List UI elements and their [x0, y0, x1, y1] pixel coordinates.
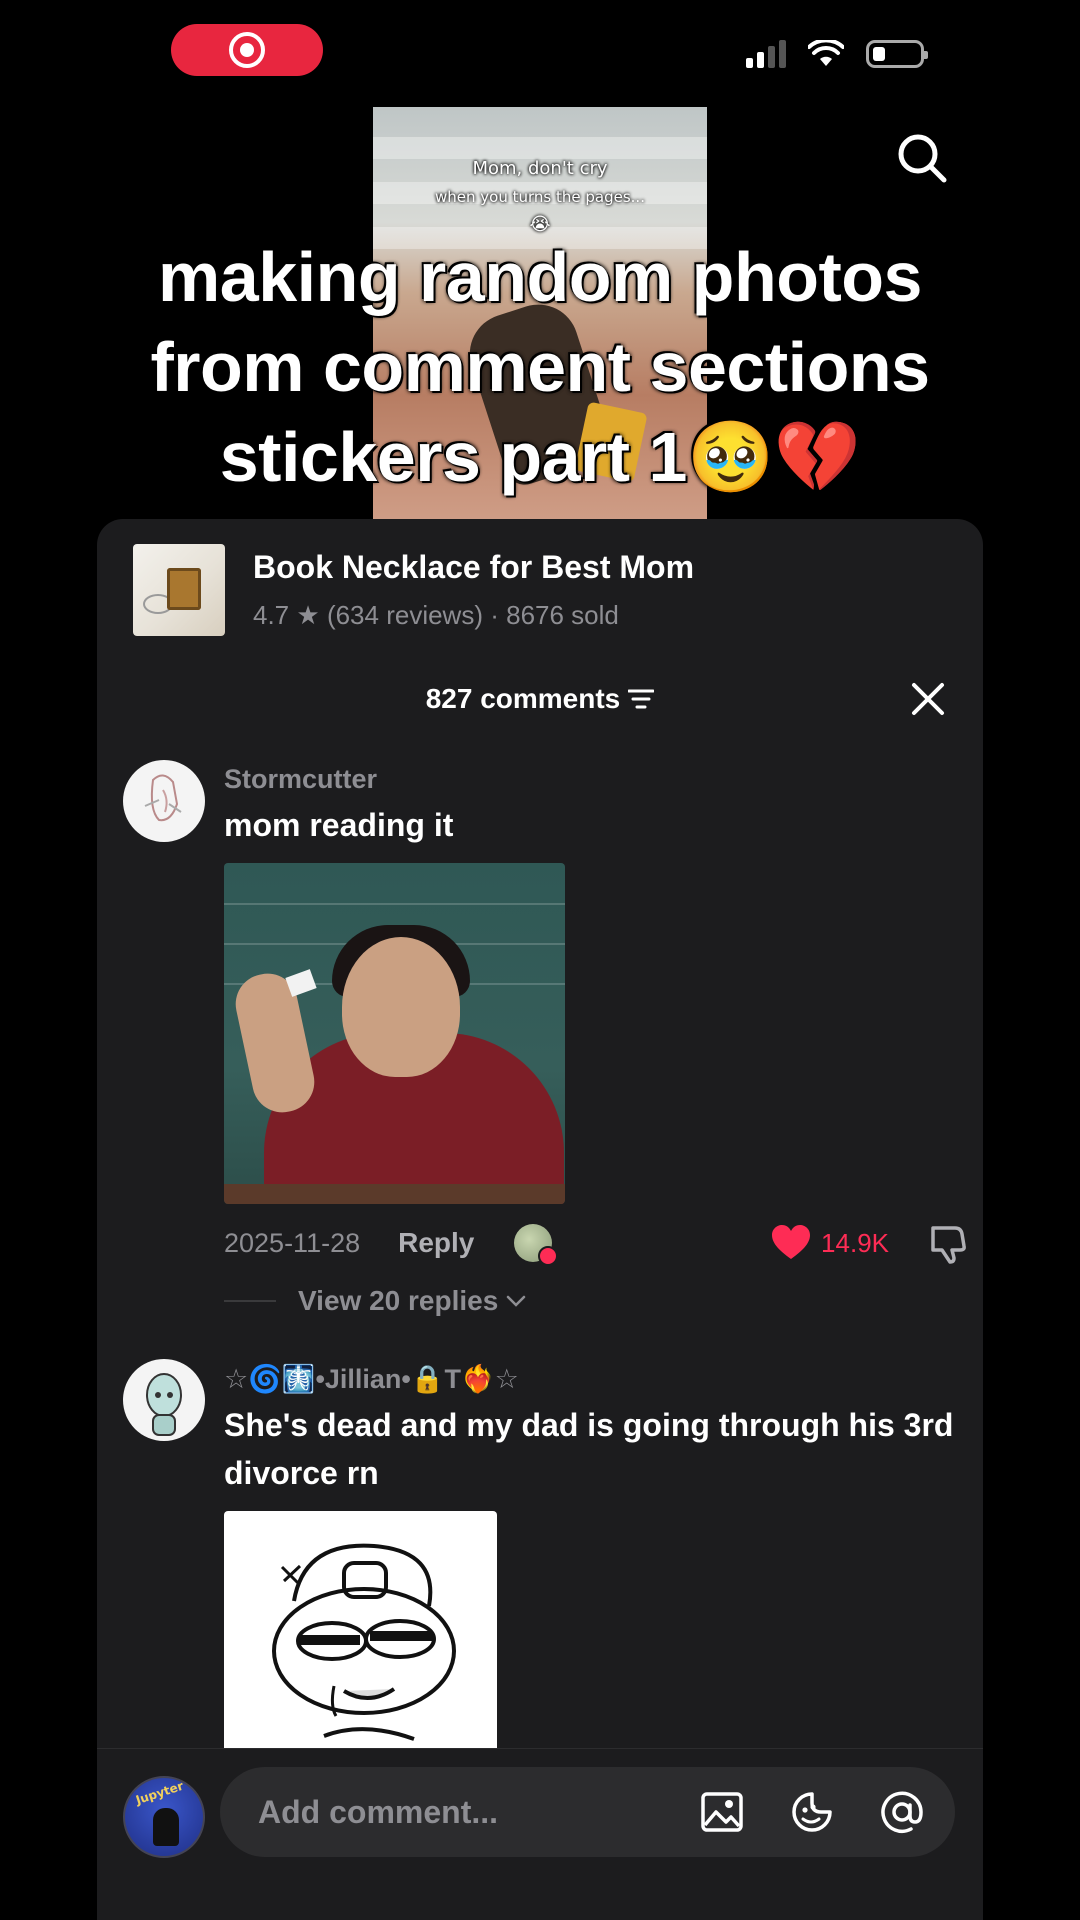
status-bar [746, 40, 928, 68]
creator-liked-avatar [514, 1224, 559, 1266]
heart-badge-icon [538, 1246, 559, 1266]
product-rating: 4.7 [253, 600, 290, 630]
reply-button[interactable]: Reply [398, 1227, 474, 1259]
caption-line-1: making random photos [158, 238, 922, 316]
product-thumbnail [133, 544, 225, 636]
comment-text: mom reading it [224, 807, 454, 843]
product-reviews: (634 reviews) [326, 600, 483, 630]
caption-line-2: from comment sections [150, 328, 930, 406]
comment-sticker-image[interactable] [224, 1511, 497, 1751]
image-icon[interactable] [699, 1789, 745, 1835]
view-replies-label: View 20 replies [298, 1285, 499, 1316]
signal-icon [746, 40, 786, 68]
overlay-line-1: Mom, don't cry [472, 158, 608, 179]
dislike-icon[interactable] [927, 1222, 969, 1264]
product-card[interactable]: Book Necklace for Best Mom 4.7 ★ (634 re… [133, 544, 694, 636]
comment-username[interactable]: ☆🌀🩻•Jillian•🔒T❤️‍🔥☆ [224, 1363, 964, 1395]
comments-header: 827 comments [97, 679, 983, 719]
comment-sticker-image[interactable] [224, 863, 565, 1204]
wifi-icon [808, 40, 844, 66]
comment-date: 2025-11-28 [224, 1227, 361, 1258]
comments-count: 827 comments [425, 683, 621, 714]
comment-input[interactable] [258, 1793, 699, 1831]
screen-record-indicator[interactable] [171, 24, 323, 76]
overlay-line-2: when you turns the pages... [435, 188, 645, 206]
emoji-icon[interactable] [789, 1789, 835, 1835]
avatar[interactable] [123, 760, 205, 842]
avatar[interactable] [123, 1359, 205, 1441]
like-count: 14.9K [821, 1227, 889, 1258]
sort-icon[interactable] [628, 688, 655, 710]
comment-text: She's dead and my dad is going through h… [224, 1407, 954, 1491]
record-icon [229, 32, 265, 68]
heart-icon [772, 1225, 811, 1259]
comment-composer: Jupyter [97, 1748, 983, 1920]
view-replies-button[interactable]: View 20 replies [224, 1285, 526, 1317]
comment-input-container [220, 1767, 955, 1857]
mention-icon[interactable] [879, 1789, 925, 1835]
star-icon: ★ [296, 600, 320, 630]
battery-icon [866, 40, 928, 68]
product-sold: · 8676 sold [490, 600, 619, 630]
chevron-down-icon [507, 1295, 526, 1307]
comment-username[interactable]: Stormcutter [224, 764, 964, 795]
product-meta: 4.7 ★ (634 reviews) · 8676 sold [253, 600, 694, 631]
caption-line-3: stickers part 1🥹💔 [219, 418, 861, 496]
like-button[interactable]: 14.9K [771, 1225, 889, 1261]
product-title: Book Necklace for Best Mom [253, 549, 695, 585]
avatar[interactable]: Jupyter [123, 1776, 205, 1858]
video-caption: making random photos from comment sectio… [60, 232, 1020, 502]
close-icon[interactable] [911, 682, 945, 716]
search-icon[interactable] [896, 132, 948, 184]
comment-actions: 2025-11-28 Reply 14.9K [224, 1219, 969, 1267]
comments-sheet: Book Necklace for Best Mom 4.7 ★ (634 re… [97, 519, 983, 1920]
video-overlay-text: Mom, don't cry when you turns the pages.… [373, 155, 707, 239]
